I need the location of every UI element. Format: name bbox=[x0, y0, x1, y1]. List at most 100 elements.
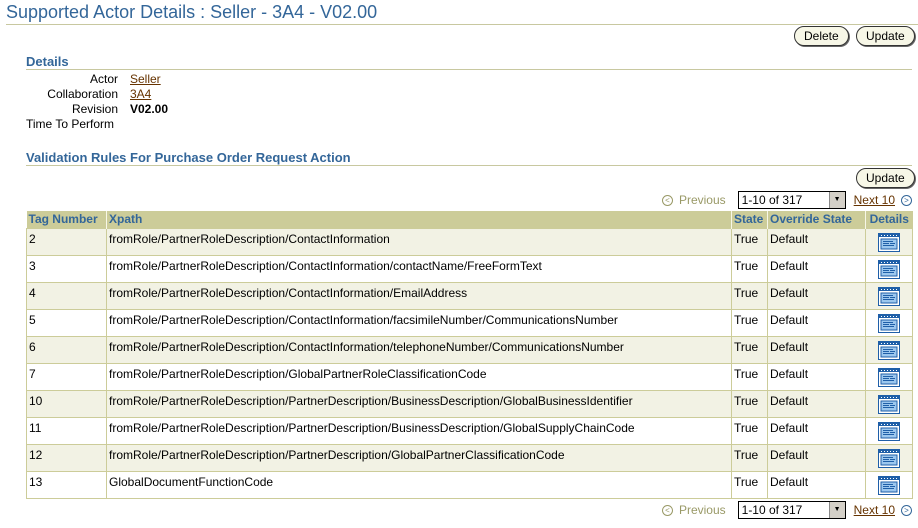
collaboration-link[interactable]: 3A4 bbox=[130, 87, 151, 101]
tag-number-cell: 4 bbox=[26, 281, 107, 310]
time-row: Time To Perform bbox=[26, 117, 168, 132]
tag-number-cell: 3 bbox=[26, 254, 107, 283]
table-row: 12 fromRole/PartnerRoleDescription/Partne… bbox=[26, 443, 913, 472]
details-cell bbox=[865, 254, 913, 283]
tag-number-cell: 5 bbox=[26, 308, 107, 337]
state-cell: True bbox=[731, 281, 768, 310]
table-row: 2 fromRole/PartnerRoleDescription/Contact… bbox=[26, 227, 913, 256]
xpath-cell: fromRole/PartnerRoleDescription/ContactI… bbox=[106, 254, 732, 283]
xpath-cell: fromRole/PartnerRoleDescription/ContactI… bbox=[106, 335, 732, 364]
state-cell: True bbox=[731, 443, 768, 472]
details-icon[interactable] bbox=[878, 367, 900, 387]
collaboration-label: Collaboration bbox=[47, 87, 118, 101]
xpath-cell: fromRole/PartnerRoleDescription/PartnerD… bbox=[106, 389, 732, 418]
override-state-cell: Default bbox=[767, 335, 866, 364]
collaboration-row: Collaboration 3A4 bbox=[26, 87, 168, 102]
state-cell: True bbox=[731, 470, 768, 499]
details-icon[interactable] bbox=[878, 448, 900, 468]
table-row: 6 fromRole/PartnerRoleDescription/Contact… bbox=[26, 335, 913, 364]
next-icon[interactable]: > bbox=[901, 504, 912, 516]
override-state-cell: Default bbox=[767, 443, 866, 472]
xpath-cell: fromRole/PartnerRoleDescription/PartnerD… bbox=[106, 416, 732, 445]
revision-row: Revision V02.00 bbox=[26, 102, 168, 117]
tag-number-cell: 10 bbox=[26, 389, 107, 418]
delete-button[interactable]: Delete bbox=[794, 26, 849, 46]
override-state-cell: Default bbox=[767, 281, 866, 310]
dropdown-arrow-icon[interactable]: ▼ bbox=[828, 192, 845, 208]
details-icon[interactable] bbox=[878, 394, 900, 414]
xpath-cell: fromRole/PartnerRoleDescription/PartnerD… bbox=[106, 443, 732, 472]
xpath-cell: fromRole/PartnerRoleDescription/ContactI… bbox=[106, 281, 732, 310]
actor-label: Actor bbox=[89, 72, 118, 86]
details-icon[interactable] bbox=[878, 475, 900, 495]
actor-link[interactable]: Seller bbox=[130, 72, 161, 86]
range-select[interactable]: 1-10 of 317 ▼ bbox=[737, 501, 846, 519]
xpath-cell: fromRole/PartnerRoleDescription/ContactI… bbox=[106, 308, 732, 337]
details-icon[interactable] bbox=[878, 259, 900, 279]
details-cell bbox=[865, 281, 913, 310]
table-row: 7 fromRole/PartnerRoleDescription/GlobalP… bbox=[26, 362, 913, 391]
details-icon[interactable] bbox=[878, 286, 900, 306]
override-state-cell: Default bbox=[767, 308, 866, 337]
revision-value: V02.00 bbox=[130, 102, 169, 116]
actor-row: Actor Seller bbox=[26, 72, 168, 87]
col-override-state[interactable]: Override State bbox=[767, 211, 866, 228]
details-cell bbox=[865, 416, 913, 445]
col-state[interactable]: State bbox=[731, 211, 768, 228]
col-details: Details bbox=[865, 211, 913, 228]
tag-number-cell: 13 bbox=[26, 470, 107, 499]
details-cell bbox=[865, 335, 913, 364]
table-row: 3 fromRole/PartnerRoleDescription/Contact… bbox=[26, 254, 913, 283]
state-cell: True bbox=[731, 254, 768, 283]
details-cell bbox=[865, 389, 913, 418]
revision-label: Revision bbox=[71, 102, 118, 116]
table-row: 4 fromRole/PartnerRoleDescription/Contact… bbox=[26, 281, 913, 310]
state-cell: True bbox=[731, 308, 768, 337]
table-header: Tag Number Xpath State Override State De… bbox=[26, 211, 913, 228]
tag-number-cell: 6 bbox=[26, 335, 107, 364]
rules-divider bbox=[26, 165, 912, 166]
details-icon[interactable] bbox=[878, 340, 900, 360]
previous-link: < Previous bbox=[661, 503, 726, 517]
next-link[interactable]: Next 10 bbox=[854, 193, 895, 207]
xpath-cell: GlobalDocumentFunctionCode bbox=[106, 470, 732, 499]
table-row: 11 fromRole/PartnerRoleDescription/Partne… bbox=[26, 416, 913, 445]
xpath-cell: fromRole/PartnerRoleDescription/ContactI… bbox=[106, 227, 732, 256]
pager-bottom: < Previous 1-10 of 317 ▼ Next 10 > bbox=[661, 500, 912, 520]
time-value bbox=[118, 117, 130, 132]
details-cell bbox=[865, 362, 913, 391]
state-cell: True bbox=[731, 227, 768, 256]
details-cell bbox=[865, 443, 913, 472]
details-cell bbox=[865, 470, 913, 499]
page-title: Supported Actor Details : Seller - 3A4 -… bbox=[6, 2, 378, 22]
time-label: Time To Perform bbox=[26, 117, 115, 131]
tag-number-cell: 12 bbox=[26, 443, 107, 472]
details-icon[interactable] bbox=[878, 313, 900, 333]
details-icon[interactable] bbox=[878, 421, 900, 441]
update-button[interactable]: Update bbox=[856, 26, 915, 46]
range-select[interactable]: 1-10 of 317 ▼ bbox=[737, 191, 846, 209]
next-link[interactable]: Next 10 bbox=[854, 503, 895, 517]
tag-number-cell: 7 bbox=[26, 362, 107, 391]
dropdown-arrow-icon[interactable]: ▼ bbox=[828, 502, 845, 518]
details-icon[interactable] bbox=[878, 232, 900, 252]
col-xpath[interactable]: Xpath bbox=[106, 211, 732, 228]
override-state-cell: Default bbox=[767, 389, 866, 418]
override-state-cell: Default bbox=[767, 362, 866, 391]
xpath-cell: fromRole/PartnerRoleDescription/GlobalPa… bbox=[106, 362, 732, 391]
state-cell: True bbox=[731, 335, 768, 364]
details-divider bbox=[26, 69, 912, 70]
override-state-cell: Default bbox=[767, 416, 866, 445]
details-list: Actor Seller Collaboration 3A4 Revision … bbox=[26, 72, 168, 132]
col-tag-number[interactable]: Tag Number bbox=[26, 211, 107, 228]
tag-number-cell: 2 bbox=[26, 227, 107, 256]
override-state-cell: Default bbox=[767, 227, 866, 256]
previous-link: < Previous bbox=[661, 193, 726, 207]
title-divider bbox=[6, 24, 918, 25]
state-cell: True bbox=[731, 362, 768, 391]
rules-update-button[interactable]: Update bbox=[856, 168, 915, 188]
pager-top: < Previous 1-10 of 317 ▼ Next 10 > bbox=[661, 190, 912, 210]
next-icon[interactable]: > bbox=[901, 194, 912, 206]
table-row: 10 fromRole/PartnerRoleDescription/Partne… bbox=[26, 389, 913, 418]
details-cell bbox=[865, 227, 913, 256]
